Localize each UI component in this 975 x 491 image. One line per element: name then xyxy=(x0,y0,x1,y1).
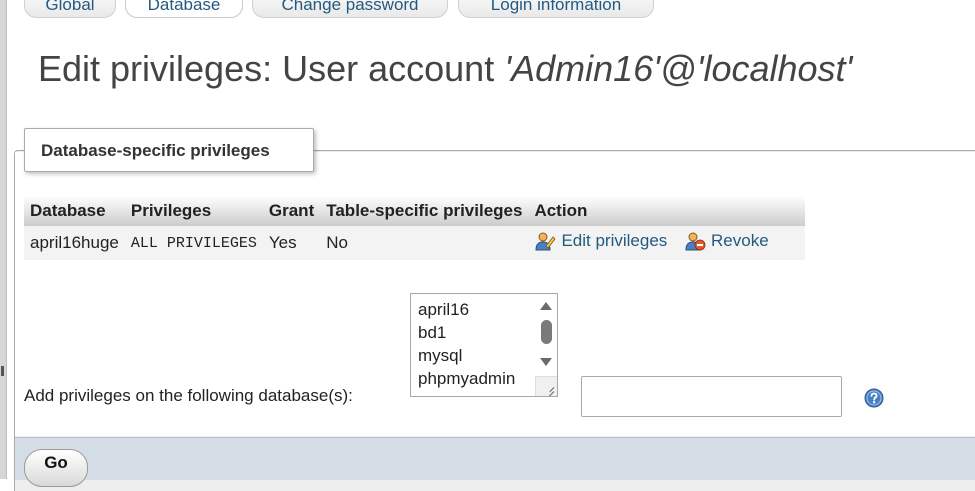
footer-bar xyxy=(15,437,975,480)
tab-global[interactable]: Global xyxy=(24,0,116,18)
tab-login-information[interactable]: Login information xyxy=(458,0,654,18)
help-icon[interactable] xyxy=(864,388,884,408)
cell-privileges: ALL PRIVILEGES xyxy=(124,226,263,260)
fieldset-legend: Database-specific privileges xyxy=(24,128,314,172)
tab-database[interactable]: Database xyxy=(125,0,243,18)
tab-change-password[interactable]: Change password xyxy=(252,0,448,18)
scroll-up-arrow-icon[interactable] xyxy=(540,302,552,310)
scroll-down-arrow-icon[interactable] xyxy=(540,358,552,366)
page-title-prefix: Edit privileges: User account xyxy=(38,48,505,89)
scroll-thumb[interactable] xyxy=(541,320,552,344)
edit-privileges-link[interactable]: Edit privileges xyxy=(534,231,667,251)
col-database: Database xyxy=(24,196,125,226)
resize-grip-icon[interactable] xyxy=(535,376,557,396)
col-grant: Grant xyxy=(262,196,321,226)
revoke-label: Revoke xyxy=(711,230,769,250)
database-name-input[interactable] xyxy=(581,376,842,417)
col-privileges: Privileges xyxy=(124,196,263,226)
col-table-privileges: Table-specific privileges xyxy=(320,196,529,226)
edit-privileges-label: Edit privileges xyxy=(561,230,668,250)
page-title: Edit privileges: User account 'Admin16'@… xyxy=(38,48,852,90)
cell-table-privileges: No xyxy=(320,226,529,260)
cell-grant: Yes xyxy=(262,226,321,260)
window-edge-marker xyxy=(1,366,4,376)
privileges-table: Database Privileges Grant Table-specific… xyxy=(24,196,806,260)
window-left-edge xyxy=(0,0,7,479)
table-header-row: Database Privileges Grant Table-specific… xyxy=(24,196,806,226)
database-multiselect[interactable]: april16 bd1 mysql phpmyadmin xyxy=(410,293,558,397)
go-button[interactable]: Go xyxy=(24,449,88,487)
add-privileges-label: Add privileges on the following database… xyxy=(24,386,353,405)
cell-database: april16huge xyxy=(24,226,125,260)
col-action: Action xyxy=(528,196,806,226)
cell-action: Edit privileges Revoke xyxy=(528,226,806,260)
revoke-link[interactable]: Revoke xyxy=(684,231,769,251)
table-row: april16huge ALL PRIVILEGES Yes No Edit p… xyxy=(24,226,806,260)
edit-privileges-icon xyxy=(535,232,556,250)
revoke-icon xyxy=(685,232,706,250)
select-scrollbar[interactable] xyxy=(535,294,557,378)
page-title-account: 'Admin16'@'localhost' xyxy=(504,48,853,89)
